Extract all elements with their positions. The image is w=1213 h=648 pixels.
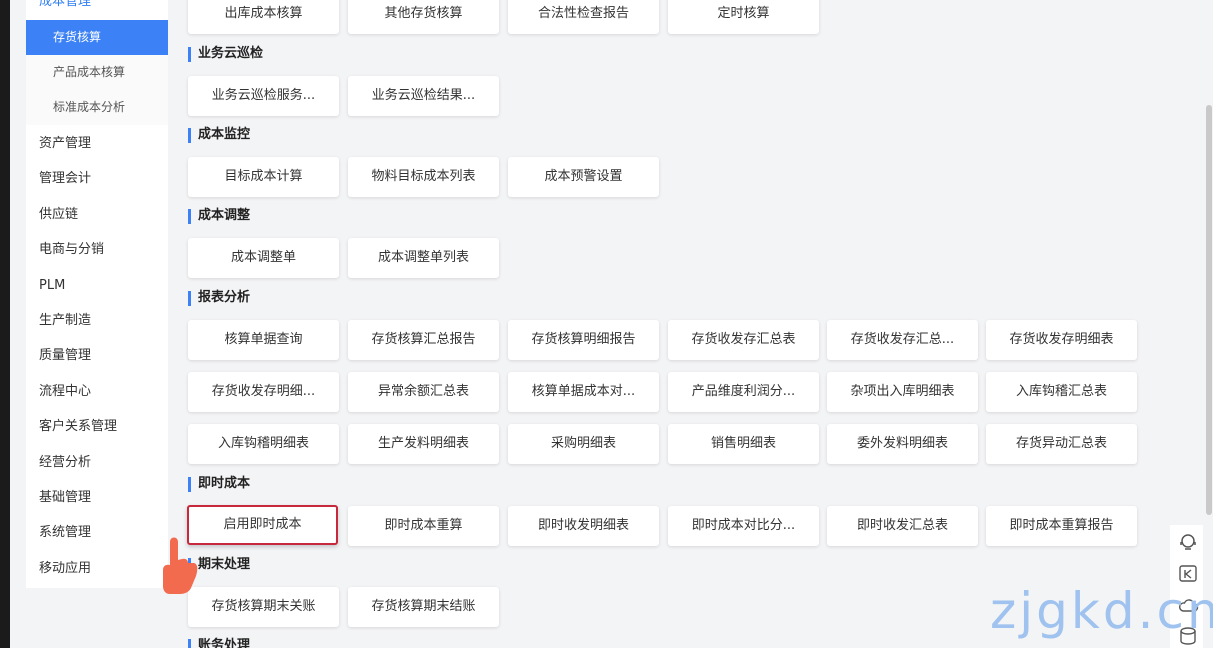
sidebar-item-supply-chain[interactable]: 供应链 (26, 197, 168, 232)
sidebar-subitem-inventory-accounting[interactable]: 存货核算 (26, 20, 168, 55)
report-button[interactable]: 存货收发存明细... (188, 372, 339, 412)
sidebar-item-mobile-apps[interactable]: 移动应用 (26, 551, 168, 586)
sidebar-subitem-standard-cost[interactable]: 标准成本分析 (26, 90, 168, 125)
button-inspection-result[interactable]: 业务云巡检结果... (348, 76, 499, 116)
section-title-business-inspection: 业务云巡检 (188, 46, 263, 64)
report-button[interactable]: 核算单据成本对... (508, 372, 659, 412)
report-button[interactable]: 存货收发存汇总... (827, 320, 978, 360)
sidebar-item-management-accounting[interactable]: 管理会计 (26, 161, 168, 196)
button-scheduled-accounting[interactable]: 定时核算 (668, 0, 819, 34)
report-button[interactable]: 销售明细表 (668, 424, 819, 464)
button-instant-cost-recalc[interactable]: 即时成本重算 (348, 506, 499, 546)
section-title-instant-cost: 即时成本 (188, 476, 250, 494)
sidebar-item-asset-management[interactable]: 资产管理 (26, 126, 168, 161)
sidebar-subitem-product-cost[interactable]: 产品成本核算 (26, 55, 168, 90)
button-target-cost-calc[interactable]: 目标成本计算 (188, 157, 339, 197)
main-content: 出库成本核算 其他存货核算 合法性检查报告 定时核算 业务云巡检 业务云巡检服务… (170, 0, 1170, 648)
sidebar-item-workflow[interactable]: 流程中心 (26, 374, 168, 409)
button-instant-recalc-report[interactable]: 即时成本重算报告 (986, 506, 1137, 546)
button-instant-cost-compare[interactable]: 即时成本对比分... (668, 506, 819, 546)
hand-pointer-icon (160, 530, 200, 595)
report-button[interactable]: 存货收发存汇总表 (668, 320, 819, 360)
report-button[interactable]: 存货核算明细报告 (508, 320, 659, 360)
button-period-settle[interactable]: 存货核算期末结账 (348, 587, 499, 627)
button-validity-report[interactable]: 合法性检查报告 (508, 0, 659, 34)
report-button[interactable]: 采购明细表 (508, 424, 659, 464)
sidebar-item-crm[interactable]: 客户关系管理 (26, 409, 168, 444)
left-edge-bar (0, 0, 10, 648)
button-material-target-cost-list[interactable]: 物料目标成本列表 (348, 157, 499, 197)
button-cost-adjustment-list[interactable]: 成本调整单列表 (348, 238, 499, 278)
report-button[interactable]: 异常余额汇总表 (348, 372, 499, 412)
sidebar: 成本管理 存货核算 产品成本核算 标准成本分析 资产管理 管理会计 供应链 电商… (26, 0, 168, 588)
report-button[interactable]: 存货收发存明细表 (986, 320, 1137, 360)
report-button[interactable]: 存货异动汇总表 (986, 424, 1137, 464)
section-title-cost-monitoring: 成本监控 (188, 127, 250, 145)
sidebar-menu: 资产管理 管理会计 供应链 电商与分销 PLM 生产制造 质量管理 流程中心 客… (26, 126, 168, 586)
button-instant-summary[interactable]: 即时收发汇总表 (827, 506, 978, 546)
gutter (10, 0, 26, 648)
sidebar-item-system-management[interactable]: 系统管理 (26, 515, 168, 550)
button-inspection-service[interactable]: 业务云巡检服务... (188, 76, 339, 116)
sidebar-item-manufacturing[interactable]: 生产制造 (26, 303, 168, 338)
report-button[interactable]: 存货核算汇总报告 (348, 320, 499, 360)
watermark-text: zjgkd.cn (990, 582, 1213, 640)
scrollbar-thumb[interactable] (1206, 105, 1212, 515)
report-button[interactable]: 杂项出入库明细表 (827, 372, 978, 412)
sidebar-item-plm[interactable]: PLM (26, 268, 168, 303)
section-title-account-processing: 账务处理 (188, 638, 250, 648)
sidebar-item-ecommerce[interactable]: 电商与分销 (26, 232, 168, 267)
sidebar-item-business-analysis[interactable]: 经营分析 (26, 445, 168, 480)
sidebar-item-quality[interactable]: 质量管理 (26, 338, 168, 373)
report-button[interactable]: 产品维度利润分... (668, 372, 819, 412)
button-period-close[interactable]: 存货核算期末关账 (188, 587, 339, 627)
button-cost-alert-settings[interactable]: 成本预警设置 (508, 157, 659, 197)
report-button[interactable]: 入库钩稽汇总表 (986, 372, 1137, 412)
sidebar-group-cost-management[interactable]: 成本管理 (39, 0, 91, 9)
button-enable-instant-cost[interactable]: 启用即时成本 (187, 505, 338, 545)
button-cost-adjustment-doc[interactable]: 成本调整单 (188, 238, 339, 278)
button-outbound-cost[interactable]: 出库成本核算 (188, 0, 339, 34)
report-button[interactable]: 核算单据查询 (188, 320, 339, 360)
button-instant-detail[interactable]: 即时收发明细表 (508, 506, 659, 546)
button-other-inventory[interactable]: 其他存货核算 (348, 0, 499, 34)
sidebar-item-basic-management[interactable]: 基础管理 (26, 480, 168, 515)
customer-service-icon[interactable] (1177, 531, 1199, 553)
report-button[interactable]: 生产发料明细表 (348, 424, 499, 464)
section-title-report-analysis: 报表分析 (188, 290, 250, 308)
report-button[interactable]: 入库钩稽明细表 (188, 424, 339, 464)
section-title-cost-adjustment: 成本调整 (188, 208, 250, 226)
report-button[interactable]: 委外发料明细表 (827, 424, 978, 464)
